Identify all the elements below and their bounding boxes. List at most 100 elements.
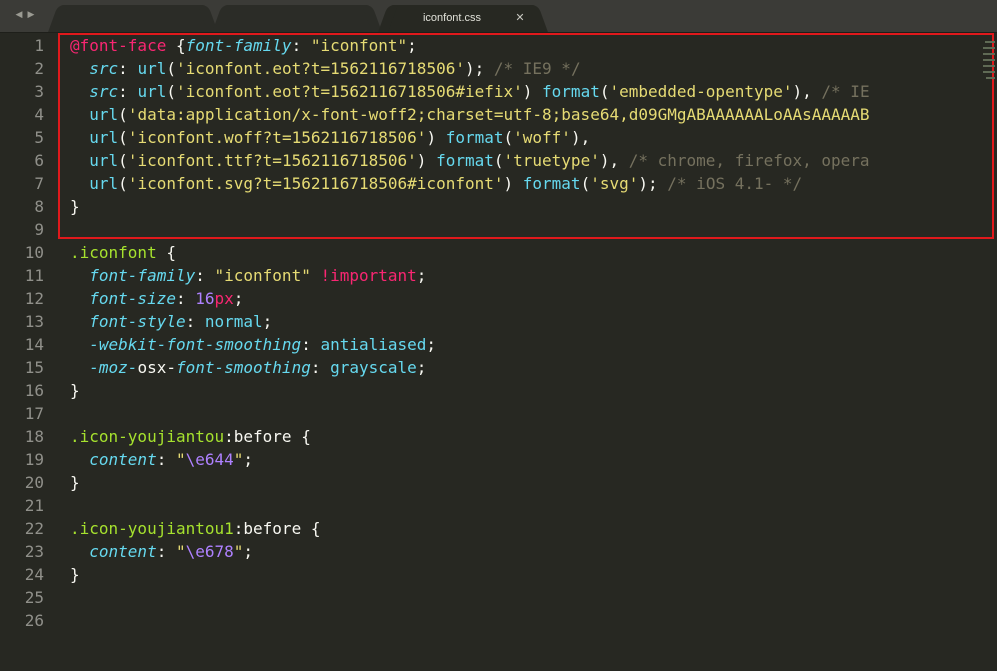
code-token: : [301, 335, 321, 354]
code-token: 'iconfont.ttf?t=1562116718506' [127, 151, 417, 170]
code-token: px [214, 289, 234, 308]
minimap-line [986, 77, 995, 79]
minimap-line [983, 53, 995, 55]
code-line[interactable]: content: "\e644"; [70, 448, 253, 471]
code-token: ; [407, 36, 417, 55]
code-token: ( [118, 151, 128, 170]
code-token: " [175, 450, 186, 469]
code-editor[interactable]: 1 2 3 4 5 6 7 8 9 10 11 12 13 14 15 16 17 18 19 20 21 22 23 24 2… [0, 33, 997, 671]
code-token: format [436, 151, 494, 170]
tab-1[interactable] [58, 5, 208, 32]
code-line[interactable]: } [70, 379, 80, 402]
minimap-line [983, 47, 995, 49]
code-line[interactable]: font-size: 16px; [70, 287, 243, 310]
code-line[interactable]: .icon-youjiantou:before { [70, 425, 311, 448]
code-token: ( [118, 174, 128, 193]
code-token: format [542, 82, 600, 101]
code-token: ), [599, 151, 629, 170]
line-number: 1 [34, 36, 44, 55]
code-line[interactable]: -moz-osx-font-smoothing: grayscale; [70, 356, 426, 379]
line-number: 23 [24, 542, 44, 561]
line-number: 9 [34, 220, 44, 239]
code-token: normal [204, 312, 263, 331]
code-line[interactable]: @font-face {font-family: "iconfont"; [70, 34, 417, 57]
code-line[interactable]: } [70, 563, 80, 586]
code-token: grayscale [330, 358, 417, 377]
code-token: : [118, 82, 138, 101]
minimap-line [983, 59, 995, 61]
code-token: !important [320, 266, 417, 285]
code-token: \e644 [185, 450, 234, 469]
line-number: 5 [34, 128, 44, 147]
code-token: { [156, 243, 176, 262]
code-token: font-size [89, 289, 176, 308]
code-token: { [166, 36, 186, 55]
code-token: ) [522, 82, 543, 101]
code-line[interactable]: url('iconfont.ttf?t=1562116718506') form… [70, 149, 869, 172]
triangle-left-icon[interactable]: ◀ [14, 9, 24, 21]
code-token: : [185, 312, 205, 331]
code-token: ; [233, 289, 244, 308]
code-line[interactable]: } [70, 471, 80, 494]
code-token: " [233, 450, 244, 469]
line-number: 20 [24, 473, 44, 492]
code-token: url [137, 59, 167, 78]
code-token: 'data:application/x-font-woff2;charset=u… [127, 105, 870, 124]
code-line[interactable]: .icon-youjiantou1:before { [70, 517, 320, 540]
code-token: /* iOS 4.1- */ [667, 174, 803, 193]
code-token: ; [426, 335, 437, 354]
line-number: 24 [24, 565, 44, 584]
triangle-right-icon[interactable]: ▶ [26, 9, 36, 21]
tab-iconfont-css[interactable]: iconfont.css ✕ [388, 5, 538, 32]
code-line[interactable]: font-family: "iconfont" !important; [70, 264, 426, 287]
code-token: } [70, 473, 80, 492]
code-line[interactable]: url('data:application/x-font-woff2;chars… [70, 103, 870, 126]
code-token: : [156, 450, 176, 469]
code-token: url [89, 174, 119, 193]
minimap-line [985, 41, 995, 43]
code-token: : [156, 542, 176, 561]
code-line[interactable]: font-style: normal; [70, 310, 272, 333]
code-token: { [291, 427, 311, 446]
code-line[interactable]: } [70, 195, 80, 218]
code-line[interactable]: src: url('iconfont.eot?t=1562116718506#i… [70, 80, 869, 103]
code-token: ), [792, 82, 822, 101]
code-area[interactable]: @font-face {font-family: "iconfont"; src… [70, 33, 997, 671]
code-token: src [89, 59, 119, 78]
code-token: "iconfont" [310, 36, 408, 55]
code-line[interactable]: .iconfont { [70, 241, 176, 264]
code-token: :before [233, 519, 302, 538]
code-token: ; [416, 358, 427, 377]
code-line[interactable]: content: "\e678"; [70, 540, 253, 563]
minimap[interactable] [983, 33, 997, 103]
code-token: ( [118, 105, 128, 124]
code-line[interactable]: url('iconfont.svg?t=1562116718506#iconfo… [70, 172, 802, 195]
line-number: 14 [24, 335, 44, 354]
code-token: 'iconfont.eot?t=1562116718506' [175, 59, 465, 78]
code-token: url [89, 128, 119, 147]
close-icon[interactable]: ✕ [514, 12, 526, 24]
code-line[interactable]: -webkit-font-smoothing: antialiased; [70, 333, 436, 356]
tab-2[interactable] [222, 5, 372, 32]
code-token: 'embedded-opentype' [609, 82, 793, 101]
code-token: antialiased [320, 335, 427, 354]
code-token: osx- [137, 358, 176, 377]
line-number: 2 [34, 59, 44, 78]
code-token: format [522, 174, 581, 193]
code-token: ( [118, 128, 128, 147]
code-token: ) [503, 174, 523, 193]
code-token: :before [224, 427, 292, 446]
code-token: format [445, 128, 504, 147]
line-number-gutter: 1 2 3 4 5 6 7 8 9 10 11 12 13 14 15 16 17 18 19 20 21 22 23 24 2… [0, 33, 52, 671]
code-line[interactable]: url('iconfont.woff?t=1562116718506') for… [70, 126, 590, 149]
code-line[interactable]: src: url('iconfont.eot?t=1562116718506')… [70, 57, 580, 80]
code-token: ; [243, 450, 254, 469]
line-number: 17 [24, 404, 44, 423]
code-token: -moz- [89, 358, 138, 377]
line-number: 6 [34, 151, 44, 170]
